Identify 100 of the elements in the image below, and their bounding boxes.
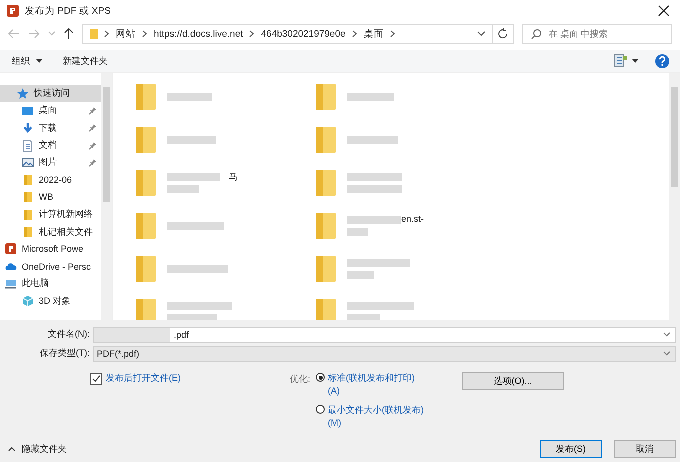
filename-field[interactable]: .pdf xyxy=(93,326,676,342)
folder-icon xyxy=(135,168,157,196)
sidebar-item[interactable]: 此电脑 xyxy=(0,275,101,293)
breadcrumb-item[interactable]: 桌面 xyxy=(364,28,384,40)
blurred-file-name xyxy=(347,136,398,144)
folder-icon xyxy=(135,126,157,154)
blurred-file-name xyxy=(347,92,394,100)
folder-icon xyxy=(315,126,337,154)
search-field[interactable]: 在 桌面 中搜索 xyxy=(522,24,672,44)
up-arrow-icon[interactable] xyxy=(64,28,74,40)
radio-label[interactable]: 标准(联机发布和打印)(A) xyxy=(328,372,426,398)
chevron-right-icon xyxy=(249,30,256,38)
new-folder-button[interactable]: 新建文件夹 xyxy=(61,54,110,68)
sidebar-item[interactable]: 3D 对象 xyxy=(0,292,101,310)
folder-icon xyxy=(135,212,157,240)
chevron-down-icon xyxy=(663,351,671,356)
breadcrumb-item[interactable]: 464b302021979e0e xyxy=(261,28,346,40)
blurred-file-name xyxy=(167,222,224,230)
computer-icon xyxy=(5,278,17,290)
file-type-label: 保存类型(T): xyxy=(39,347,91,360)
file-name-fragment: 马 xyxy=(229,170,238,184)
caret-icon[interactable] xyxy=(36,59,43,63)
sidebar-item[interactable]: OneDrive - Persc xyxy=(0,258,101,276)
blurred-file-name xyxy=(347,228,368,236)
sidebar-item[interactable]: 文档 xyxy=(0,136,101,154)
sidebar-item[interactable]: 下载 xyxy=(0,120,101,137)
folder-icon xyxy=(315,212,337,240)
blurred-file-name xyxy=(347,184,402,192)
blurred-file-name xyxy=(167,92,212,100)
breadcrumb-item[interactable]: 网站 xyxy=(116,28,136,40)
file-name-fragment: en.st- xyxy=(401,214,424,224)
radio-button[interactable] xyxy=(316,405,325,414)
app-icon xyxy=(6,4,20,18)
radio-button[interactable] xyxy=(316,373,325,382)
sidebar-item[interactable]: WB xyxy=(0,188,101,206)
sidebar-item[interactable]: 图片 xyxy=(0,154,101,172)
window-title: 发布为 PDF 或 XPS xyxy=(25,4,111,18)
folder-icon xyxy=(315,82,337,110)
radio-label[interactable]: 最小文件大小(联机发布)(M) xyxy=(328,404,426,430)
folder-icon xyxy=(135,82,157,110)
chevron-right-icon xyxy=(142,30,148,38)
folder-icon xyxy=(22,191,34,204)
search-icon xyxy=(531,29,542,40)
blurred-file-name xyxy=(167,314,217,320)
star-icon xyxy=(17,88,29,100)
cancel-button[interactable]: 取消 xyxy=(614,440,676,458)
folder-icon xyxy=(22,226,34,238)
publish-button[interactable]: 发布(S) xyxy=(540,440,602,458)
file-type-dropdown[interactable]: PDF(*.pdf) xyxy=(93,346,676,362)
folder-icon xyxy=(315,298,337,320)
chevron-down-icon xyxy=(663,332,671,337)
close-icon[interactable] xyxy=(658,5,670,17)
blurred-file-name xyxy=(347,314,380,320)
chevron-right-icon xyxy=(352,30,358,38)
sidebar-item[interactable]: 札记相关文件 xyxy=(0,223,101,241)
chevron-down-icon[interactable] xyxy=(477,31,486,37)
sidebar-item[interactable]: 计算机新网络 xyxy=(0,206,101,224)
sidebar-item[interactable]: 桌面 xyxy=(0,102,101,120)
sidebar-item[interactable]: 2022-06 xyxy=(0,171,101,189)
folder-icon xyxy=(315,254,337,282)
blurred-file-name xyxy=(167,136,216,144)
refresh-icon[interactable] xyxy=(497,28,509,40)
folder-icon xyxy=(135,298,157,320)
down-arrow-icon xyxy=(22,122,34,134)
optimize-label: 优化: xyxy=(290,373,312,386)
presentation-app-icon xyxy=(5,243,17,256)
scrollbar[interactable] xyxy=(101,73,112,320)
folder-icon xyxy=(22,174,34,186)
folder-icon xyxy=(22,208,34,221)
chevron-right-icon xyxy=(104,30,110,38)
options-button[interactable]: 选项(O)... xyxy=(462,372,564,390)
desktop-icon xyxy=(22,104,34,117)
folder-icon xyxy=(135,254,157,282)
chevron-right-icon xyxy=(390,30,396,38)
address-bar[interactable]: 网站 https://d.docs.live.net 464b302021979e0e 桌面 xyxy=(82,24,493,44)
breadcrumb-item[interactable]: https://d.docs.live.net xyxy=(154,28,244,40)
scrollbar[interactable] xyxy=(669,73,680,320)
sidebar-item[interactable]: 快速访问 xyxy=(0,85,101,102)
blurred-file-name xyxy=(167,184,199,192)
checkbox[interactable] xyxy=(90,372,102,384)
filename-label: 文件名(N): xyxy=(47,328,91,341)
sidebar-item[interactable]: Microsoft Powe xyxy=(0,240,101,258)
blurred-file-name xyxy=(167,264,228,272)
organize-menu-button[interactable]: 组织 xyxy=(10,54,32,68)
cube-icon xyxy=(22,295,34,308)
picture-icon xyxy=(22,156,34,169)
blurred-file-name xyxy=(347,270,374,278)
help-icon[interactable] xyxy=(655,54,670,68)
checkbox-label[interactable]: 发布后打开文件(E) xyxy=(106,372,181,385)
document-icon xyxy=(22,140,34,152)
caret-icon[interactable] xyxy=(632,59,639,63)
chevron-up-icon[interactable] xyxy=(8,446,16,452)
folder-icon xyxy=(315,168,337,196)
cloud-icon xyxy=(5,260,17,273)
blurred-file-name xyxy=(347,302,414,310)
blurred-file-name xyxy=(167,302,232,310)
blurred-file-name xyxy=(347,258,410,266)
hide-folders-link[interactable]: 隐藏文件夹 xyxy=(22,442,67,456)
folder-icon xyxy=(89,28,99,40)
view-options-icon[interactable] xyxy=(614,54,628,68)
